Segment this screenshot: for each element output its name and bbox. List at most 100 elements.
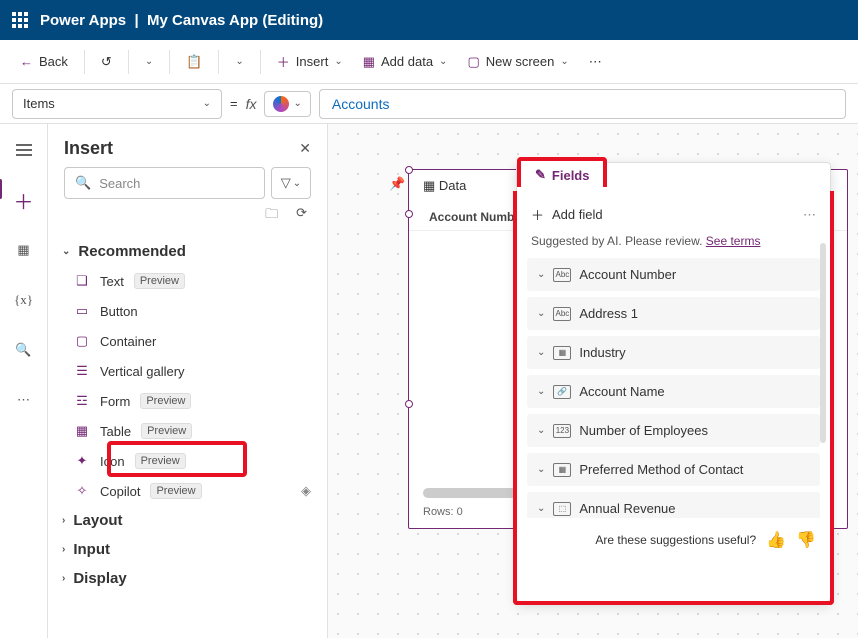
fx-icon: fx (246, 96, 257, 112)
see-terms-link[interactable]: See terms (706, 234, 761, 248)
equals-label: = (230, 96, 238, 111)
data-tab[interactable]: ▦ Data (423, 178, 466, 198)
button-icon: ▭ (74, 303, 90, 319)
field-row[interactable]: ⌄ 🔗 Account Name (527, 375, 820, 408)
chevron-down-icon: ⌄ (62, 246, 70, 257)
property-selector[interactable]: Items ⌄ (12, 89, 222, 119)
field-row[interactable]: ⌄123Number of Employees (527, 414, 820, 447)
field-type-icon: Abc (553, 307, 571, 321)
back-button[interactable]: ← Back (12, 48, 76, 75)
chevron-down-icon: ⌄ (293, 98, 301, 109)
thumbs-down-icon[interactable]: 👎 (796, 530, 816, 550)
fields-panel: ✎ Fields ＋ Add field ⋯ Suggested by AI. … (516, 162, 831, 602)
canvas[interactable]: 📌 ▦ Data Account Numbe Rows: 0 ✎ Fields … (328, 124, 858, 638)
table-icon: ▦ (74, 423, 90, 439)
close-icon[interactable]: ✕ (299, 140, 311, 157)
chevron-down-icon: ⌄ (537, 464, 545, 475)
more-icon[interactable]: ⋯ (803, 207, 816, 223)
item-text[interactable]: ❑ Text Preview (58, 266, 317, 296)
field-label: Annual Revenue (579, 501, 675, 516)
undo-split[interactable]: ⌄ (137, 50, 161, 73)
chevron-down-icon: ⌄ (203, 98, 211, 109)
field-row[interactable]: ⌄AbcAccount Number (527, 258, 820, 291)
field-label: Address 1 (579, 306, 638, 321)
field-row[interactable]: ⌄▦Preferred Method of Contact (527, 453, 820, 486)
app-launcher-icon[interactable] (12, 12, 28, 28)
field-label: Account Name (579, 384, 664, 399)
field-label: Number of Employees (579, 423, 708, 438)
plus-icon: ＋ (531, 205, 544, 224)
filter-button[interactable]: ▽ ⌄ (271, 167, 311, 199)
diamond-icon: ◈ (301, 483, 311, 499)
rail-data-icon[interactable]: ▦ (8, 234, 40, 266)
chevron-right-icon: › (62, 515, 65, 526)
group-recommended[interactable]: ⌄ Recommended (58, 237, 317, 266)
item-container[interactable]: ▢ Container (58, 326, 317, 356)
group-layout[interactable]: › Layout (58, 506, 317, 535)
command-bar: ← Back ↺ ⌄ 📋 ⌄ ＋ Insert ⌄ ▦ Add data ⌄ ▢… (0, 40, 858, 84)
item-icon[interactable]: ✦ Icon Preview (58, 446, 317, 476)
rail-tree-icon[interactable] (8, 134, 40, 166)
pin-icon[interactable]: 📌 (389, 176, 405, 192)
field-type-icon: 🔗 (553, 385, 571, 399)
icon-icon: ✦ (74, 453, 90, 469)
preview-badge: Preview (150, 483, 201, 499)
new-screen-button[interactable]: ▢ New screen ⌄ (459, 48, 576, 76)
rail-search-icon[interactable]: 🔍 (8, 334, 40, 366)
preview-badge: Preview (134, 273, 185, 289)
more-button[interactable]: ⋯ (581, 48, 610, 76)
plus-icon: ＋ (277, 52, 290, 71)
copilot-icon: ✧ (74, 483, 90, 499)
thumbs-up-icon[interactable]: 👍 (766, 530, 786, 550)
refresh-icon[interactable]: ⟳ (296, 205, 307, 227)
paste-button[interactable]: 📋 (178, 48, 210, 76)
search-input[interactable]: 🔍 Search (64, 167, 265, 199)
rail-insert-icon[interactable]: ＋ (8, 184, 40, 216)
chevron-down-icon: ⌄ (537, 308, 545, 319)
insert-button[interactable]: ＋ Insert ⌄ (269, 46, 351, 77)
app-title: Power Apps | My Canvas App (Editing) (40, 12, 323, 29)
insert-title: Insert (64, 138, 113, 159)
item-button[interactable]: ▭ Button (58, 296, 317, 326)
chevron-down-icon: ⌄ (537, 386, 545, 397)
undo-button[interactable]: ↺ (93, 48, 120, 76)
rows-count: Rows: 0 (423, 506, 463, 518)
clipboard-icon: 📋 (186, 54, 202, 70)
ideas-button[interactable]: ⌄ (264, 91, 310, 117)
brand-bar: Power Apps | My Canvas App (Editing) (0, 0, 858, 40)
item-copilot[interactable]: ✧ Copilot Preview ◈ (58, 476, 317, 506)
data-icon: ▦ (363, 54, 375, 70)
add-data-button[interactable]: ▦ Add data ⌄ (355, 48, 456, 76)
fields-tab[interactable]: ✎ Fields (517, 157, 607, 187)
field-row[interactable]: ⌄▦Industry (527, 336, 820, 369)
ai-note: Suggested by AI. Please review. See term… (517, 234, 830, 258)
item-table[interactable]: ▦ Table Preview (58, 416, 317, 446)
rail-more-icon[interactable]: ⋯ (8, 384, 40, 416)
left-rail: ＋ ▦ {x} 🔍 ⋯ (0, 124, 48, 638)
rail-variables-icon[interactable]: {x} (8, 284, 40, 316)
add-field-button[interactable]: ＋ Add field (531, 205, 603, 224)
paste-split[interactable]: ⌄ (227, 50, 251, 73)
item-form[interactable]: ☲ Form Preview (58, 386, 317, 416)
field-row[interactable]: ⌄⬚Annual Revenue (527, 492, 820, 518)
chevron-right-icon: › (62, 573, 65, 584)
group-display[interactable]: › Display (58, 564, 317, 593)
formula-input[interactable]: Accounts (319, 89, 846, 119)
field-row[interactable]: ⌄ Abc Address 1 (527, 297, 820, 330)
component-library-icon[interactable]: 🗀 (265, 205, 278, 227)
screen-plus-icon: ▢ (467, 54, 479, 70)
field-type-icon: 123 (553, 424, 571, 438)
chevron-down-icon: ⌄ (537, 503, 545, 514)
container-icon: ▢ (74, 333, 90, 349)
search-icon: 🔍 (75, 175, 91, 191)
item-vgallery[interactable]: ☰ Vertical gallery (58, 356, 317, 386)
copilot-icon (273, 96, 289, 112)
chevron-down-icon: ⌄ (293, 178, 301, 189)
vertical-scrollbar[interactable] (820, 243, 826, 443)
group-input[interactable]: › Input (58, 535, 317, 564)
chevron-down-icon: ⌄ (537, 347, 545, 358)
preview-badge: Preview (135, 453, 186, 469)
col-header-1: Account Numbe (429, 210, 521, 224)
preview-badge: Preview (140, 393, 191, 409)
chevron-down-icon: ⌄ (235, 56, 243, 67)
